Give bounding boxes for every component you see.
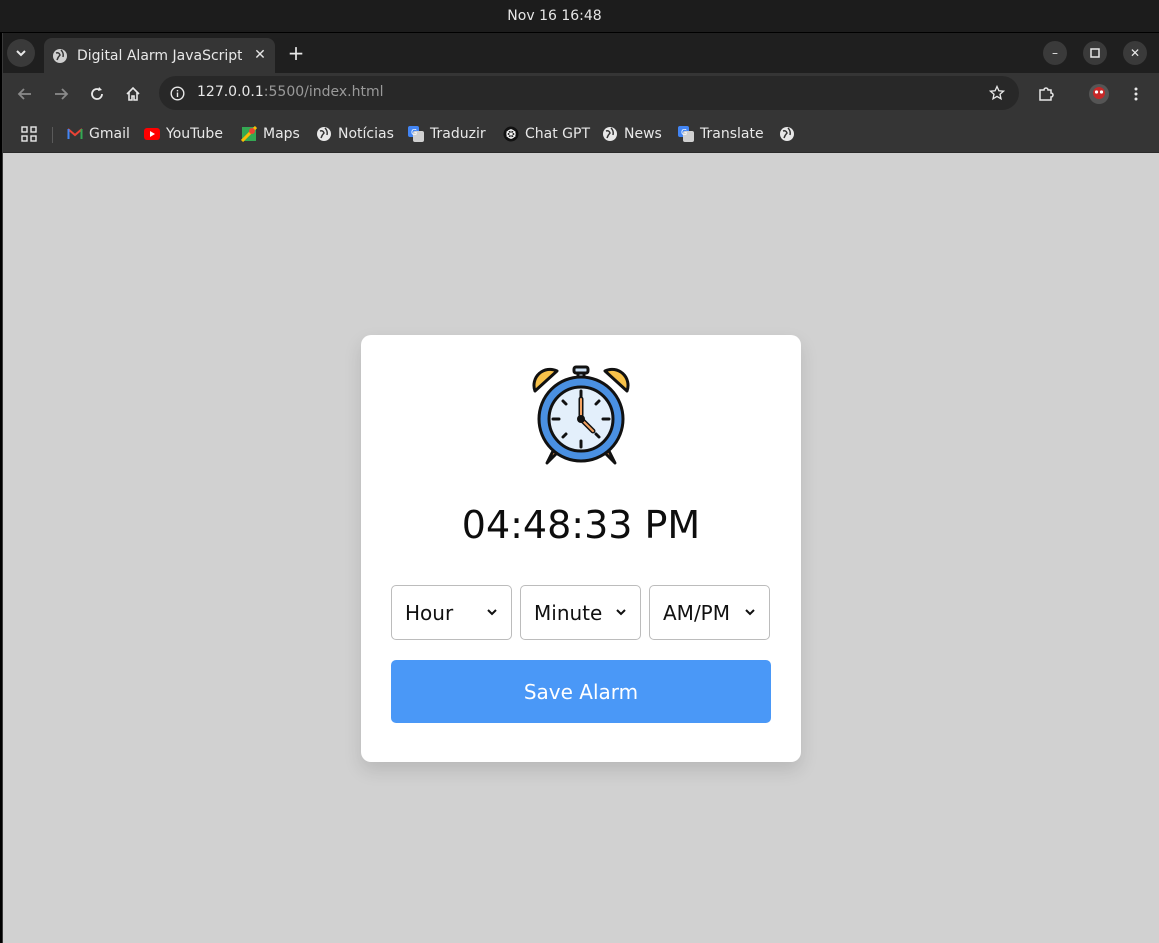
address-bar[interactable]: 127.0.0.1:5500/index.html — [159, 76, 1019, 110]
bookmark-label: Traduzir — [430, 126, 486, 142]
browser-menu-button[interactable] — [1124, 82, 1148, 106]
reload-button[interactable] — [85, 82, 109, 106]
tab-close-icon[interactable]: ✕ — [251, 46, 269, 64]
bookmark-label: Gmail — [89, 126, 130, 142]
back-button[interactable] — [13, 82, 37, 106]
reload-icon — [91, 87, 103, 100]
url-host: 127.0.0.1 — [197, 84, 264, 100]
globe-icon — [602, 126, 618, 142]
maximize-icon — [1090, 48, 1100, 58]
page-viewport: 04:48:33 PM Hour Minute AM/PM Save Alarm — [3, 153, 1159, 943]
star-icon[interactable] — [989, 85, 1005, 101]
avatar-icon — [1089, 84, 1109, 104]
minute-select-value: Minute — [534, 600, 603, 625]
bookmarks-bar: Gmail YouTube Maps Notícias G Traduzir C… — [3, 114, 1159, 153]
svg-text:G: G — [411, 128, 417, 137]
forward-arrow-icon — [55, 88, 69, 100]
puzzle-icon — [1039, 87, 1054, 101]
browser-window: Digital Alarm JavaScript | ✕ + – ✕ 127.0… — [2, 33, 1159, 943]
chevron-down-icon — [745, 609, 755, 616]
profile-avatar[interactable] — [1087, 82, 1111, 106]
chevron-down-icon — [487, 609, 497, 616]
minute-select[interactable]: Minute — [520, 585, 641, 640]
tab-strip: Digital Alarm JavaScript | ✕ + – ✕ — [3, 33, 1159, 73]
bookmark-label: Chat GPT — [525, 126, 591, 142]
globe-icon — [316, 126, 332, 142]
home-icon — [126, 86, 140, 101]
os-top-bar: Nov 16 16:48 — [0, 0, 1159, 32]
apps-grid-icon — [21, 126, 37, 142]
translate-icon: G — [678, 126, 694, 142]
ampm-select[interactable]: AM/PM — [649, 585, 770, 640]
new-tab-button[interactable]: + — [284, 41, 308, 65]
url-path: :5500/index.html — [263, 84, 384, 100]
forward-button[interactable] — [49, 82, 73, 106]
svg-text:G: G — [681, 128, 687, 137]
bookmark-traduzir[interactable]: G Traduzir — [408, 124, 486, 144]
hour-select-value: Hour — [405, 600, 454, 625]
translate-icon: G — [408, 126, 424, 142]
ampm-select-value: AM/PM — [663, 600, 730, 625]
extensions-button[interactable] — [1034, 82, 1058, 106]
bookmarks-divider — [52, 127, 53, 143]
gmail-icon — [67, 126, 83, 142]
globe-icon — [779, 126, 795, 142]
bookmark-label: News — [624, 126, 662, 142]
bookmark-untitled[interactable] — [779, 124, 801, 144]
bookmark-maps[interactable]: Maps — [241, 124, 300, 144]
site-info-icon[interactable] — [170, 86, 185, 101]
alarm-card: 04:48:33 PM Hour Minute AM/PM Save Alarm — [361, 335, 801, 762]
tab-title: Digital Alarm JavaScript | — [77, 47, 242, 64]
bookmark-chatgpt[interactable]: Chat GPT — [503, 124, 590, 144]
tab-search-button[interactable] — [7, 39, 35, 67]
url-text: 127.0.0.1:5500/index.html — [197, 84, 384, 100]
maps-icon — [241, 126, 257, 142]
bookmark-youtube[interactable]: YouTube — [144, 124, 223, 144]
alarm-clock-icon — [532, 365, 630, 465]
chevron-down-icon — [16, 50, 26, 57]
bookmark-label: Maps — [263, 126, 300, 142]
hour-select[interactable]: Hour — [391, 585, 512, 640]
minimize-button[interactable]: – — [1043, 41, 1067, 65]
back-arrow-icon — [17, 88, 31, 100]
apps-button[interactable] — [21, 124, 37, 144]
bookmark-label: YouTube — [166, 126, 223, 142]
close-window-button[interactable]: ✕ — [1123, 41, 1147, 65]
browser-toolbar: 127.0.0.1:5500/index.html — [3, 73, 1159, 114]
bookmark-label: Notícias — [338, 126, 394, 142]
youtube-icon — [144, 126, 160, 142]
bookmark-news[interactable]: News — [602, 124, 662, 144]
save-alarm-button[interactable]: Save Alarm — [391, 660, 771, 723]
os-clock: Nov 16 16:48 — [507, 8, 602, 24]
bookmark-label: Translate — [700, 126, 764, 142]
chevron-down-icon — [616, 609, 626, 616]
kebab-menu-icon — [1134, 87, 1138, 101]
current-time: 04:48:33 PM — [461, 503, 701, 547]
bookmark-gmail[interactable]: Gmail — [67, 124, 130, 144]
home-button[interactable] — [121, 82, 145, 106]
bookmark-noticias[interactable]: Notícias — [316, 124, 394, 144]
globe-icon — [53, 48, 67, 63]
chatgpt-icon — [503, 126, 519, 142]
bookmark-translate[interactable]: G Translate — [678, 124, 764, 144]
tab-active[interactable]: Digital Alarm JavaScript | ✕ — [44, 38, 275, 73]
maximize-button[interactable] — [1083, 41, 1107, 65]
